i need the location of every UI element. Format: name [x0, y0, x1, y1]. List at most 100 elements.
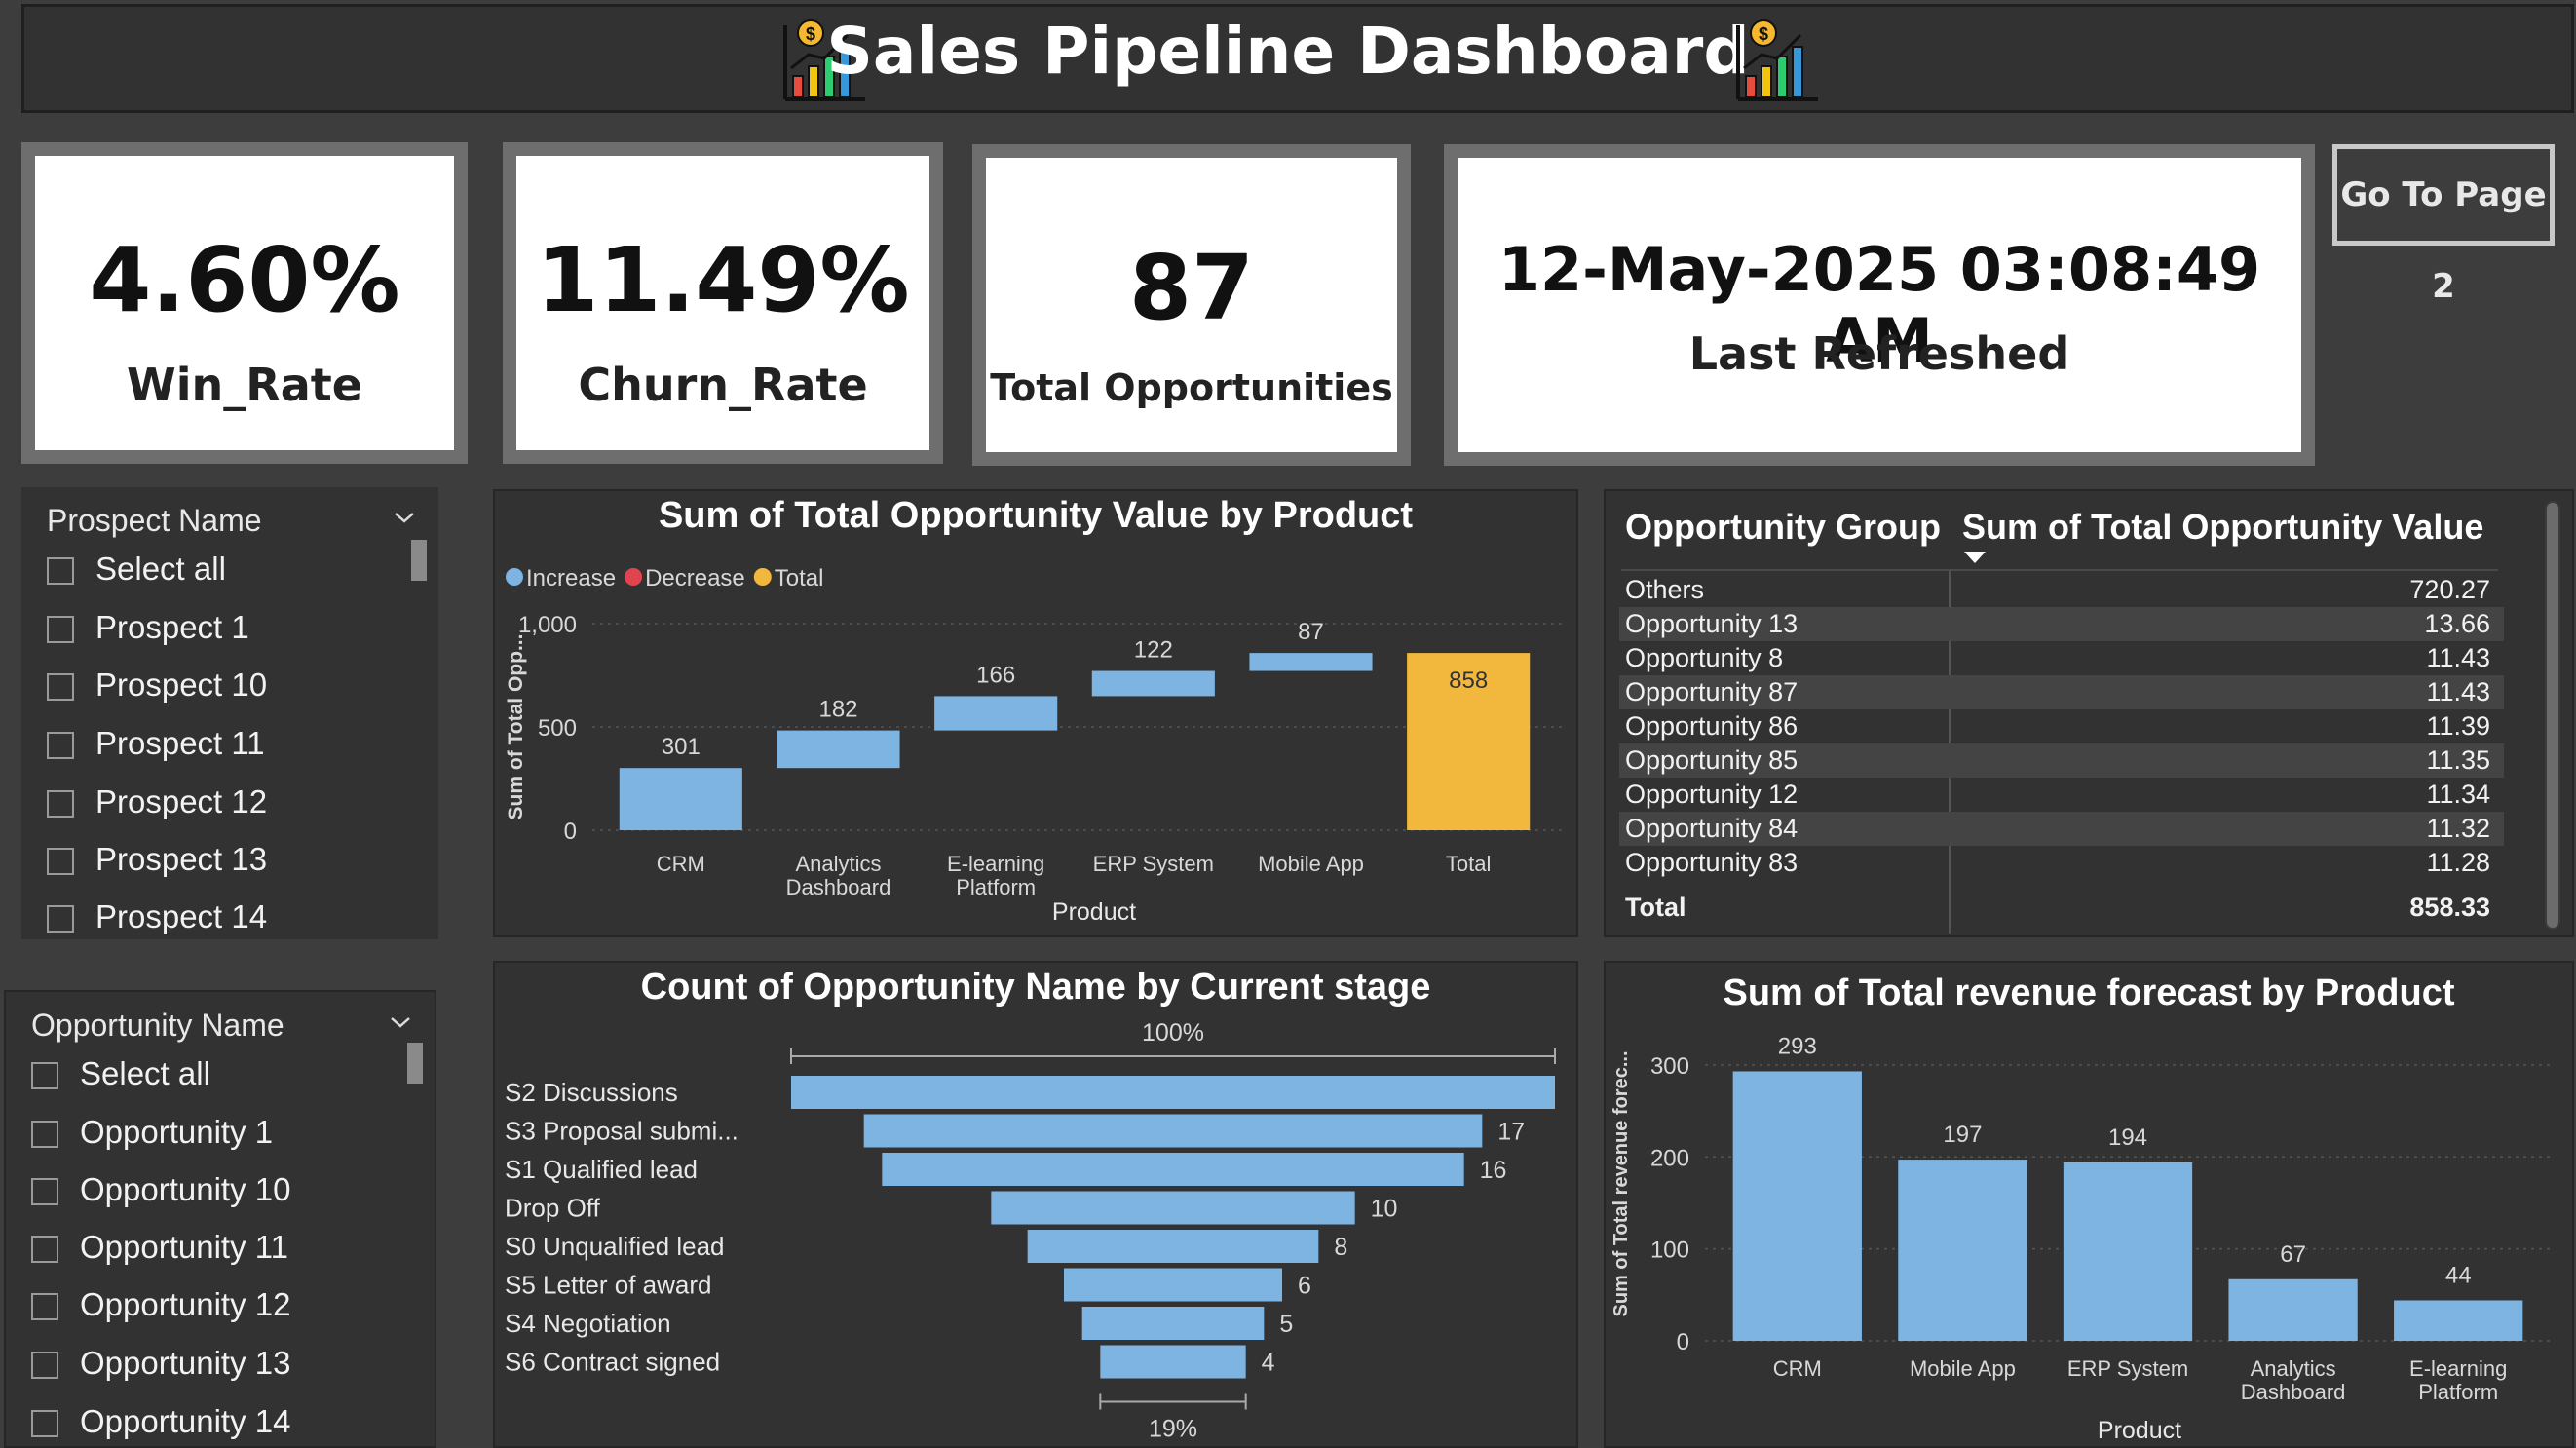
table-cell-group: Opportunity 12: [1625, 780, 1799, 809]
table-cell-group: Opportunity 8: [1625, 643, 1784, 672]
table-row[interactable]: Opportunity 84 11.32: [1619, 812, 2504, 846]
slicer-item[interactable]: Opportunity 11: [31, 1226, 288, 1269]
x-tick-label: CRM: [657, 852, 705, 876]
checkbox[interactable]: [31, 1352, 58, 1380]
data-label: 293: [1778, 1033, 1817, 1059]
kpi-label: Total Opportunities: [990, 366, 1393, 409]
scrollbar-thumb[interactable]: [407, 1043, 423, 1084]
table-row[interactable]: Opportunity 83 11.28: [1619, 846, 2504, 880]
checkbox[interactable]: [31, 1121, 58, 1149]
x-tick-label: Analytics: [795, 852, 881, 876]
table-cell-group: Opportunity 13: [1625, 609, 1799, 638]
slicer-item[interactable]: Opportunity 1: [31, 1111, 273, 1154]
slicer-item[interactable]: Prospect 10: [47, 664, 267, 706]
legend-label: Increase: [526, 565, 616, 591]
data-label: 5: [1279, 1311, 1293, 1338]
checkbox[interactable]: [47, 905, 74, 934]
chevron-down-icon[interactable]: [394, 507, 415, 528]
kpi-label: Win_Rate: [127, 359, 362, 411]
checkbox[interactable]: [47, 673, 74, 702]
funnel-stage-label: S5 Letter of award: [505, 1271, 711, 1300]
y-axis-label: Sum of Total Opp...: [505, 634, 527, 820]
slicer-item[interactable]: Opportunity 12: [31, 1283, 290, 1326]
slicer-item[interactable]: Opportunity 10: [31, 1168, 290, 1211]
x-tick-label: ERP System: [1093, 852, 1214, 876]
checkbox[interactable]: [47, 616, 74, 644]
waterfall-chart-panel: Sum of Total Opportunity Value by Produc…: [493, 489, 1578, 937]
slicer-item[interactable]: Prospect 12: [47, 781, 267, 823]
kpi-win-rate-frame: 4.60% Win_Rate: [21, 142, 468, 464]
slicer-item[interactable]: Prospect 11: [47, 722, 265, 765]
data-label: 182: [818, 697, 857, 723]
table-row[interactable]: Opportunity 13 13.66: [1619, 607, 2504, 641]
table-cell-group: Opportunity 84: [1625, 814, 1799, 843]
opportunity-name-slicer: Opportunity Name Select all Opportunity …: [4, 990, 436, 1448]
scrollbar-thumb[interactable]: [411, 540, 427, 581]
table-row[interactable]: Opportunity 87 11.43: [1619, 675, 2504, 709]
x-tick-label: E-learning: [2409, 1356, 2507, 1381]
kpi-value: 87: [1128, 236, 1255, 340]
slicer-item-select-all[interactable]: Select all: [31, 1052, 210, 1095]
funnel-bar: [991, 1191, 1355, 1225]
y-tick-label: 300: [1650, 1053, 1689, 1080]
checkbox[interactable]: [31, 1293, 58, 1321]
svg-text:$: $: [1759, 24, 1768, 44]
checkbox[interactable]: [47, 848, 74, 876]
slicer-item[interactable]: Prospect 14: [47, 895, 267, 938]
table-row[interactable]: Opportunity 12 11.34: [1619, 778, 2504, 812]
revenue-bar: [2228, 1278, 2358, 1341]
table-row[interactable]: Opportunity 86 11.39: [1619, 709, 2504, 743]
slicer-header: Prospect Name: [47, 503, 262, 538]
table-total-row: Total 858.33: [1625, 893, 2490, 922]
data-label: 87: [1298, 619, 1324, 645]
kpi-churn-rate-frame: 11.49% Churn_Rate: [503, 142, 943, 464]
y-tick-label: 200: [1650, 1145, 1689, 1171]
waterfall-bar: [777, 730, 900, 769]
kpi-win-rate-card: 4.60% Win_Rate: [35, 156, 454, 450]
checkbox[interactable]: [31, 1410, 58, 1438]
table-row[interactable]: Opportunity 8 11.43: [1619, 641, 2504, 675]
legend-marker: [625, 568, 643, 586]
table-header-value[interactable]: Sum of Total Opportunity Value: [1962, 507, 2483, 548]
opportunity-table-panel: Opportunity Group Sum of Total Opportuni…: [1604, 489, 2574, 937]
table-row[interactable]: Others 720.27: [1619, 573, 2504, 607]
slicer-item-select-all[interactable]: Select all: [47, 548, 226, 591]
y-axis-label: Sum of Total revenue forec...: [1610, 1050, 1632, 1316]
funnel-bar: [791, 1076, 1555, 1109]
waterfall-bar: [1249, 653, 1373, 671]
table-cell-value: 13.66: [2424, 609, 2490, 638]
legend-marker: [506, 568, 523, 586]
x-axis-label: Product: [2098, 1417, 2181, 1444]
slicer-item[interactable]: Opportunity 13: [31, 1342, 290, 1385]
checkbox[interactable]: [47, 790, 74, 819]
funnel-chart: 100% S2 Discussions S3 Proposal submi... 17…: [505, 1019, 1556, 1443]
table-scrollbar-track[interactable]: [2545, 501, 2560, 930]
go-to-page-2-button[interactable]: Go To Page 2: [2332, 144, 2555, 306]
funnel-chart-panel: Count of Opportunity Name by Current sta…: [493, 961, 1578, 1448]
table-scrollbar-thumb[interactable]: [2547, 503, 2558, 928]
slicer-item[interactable]: Prospect 1: [47, 606, 249, 649]
funnel-top-percent: 100%: [1142, 1019, 1204, 1047]
checkbox[interactable]: [31, 1178, 58, 1206]
kpi-value: 11.49%: [536, 228, 910, 332]
table-header-group[interactable]: Opportunity Group: [1625, 507, 1941, 548]
x-tick-label: Dashboard: [786, 875, 891, 899]
y-tick-label: 100: [1650, 1238, 1689, 1264]
slicer-item[interactable]: Opportunity 14: [31, 1400, 290, 1443]
chevron-down-icon[interactable]: [390, 1011, 411, 1033]
checkbox[interactable]: [31, 1062, 58, 1090]
checkbox[interactable]: [31, 1236, 58, 1264]
data-label: 166: [976, 662, 1015, 688]
checkbox[interactable]: [47, 732, 74, 760]
data-label: 67: [2280, 1241, 2306, 1268]
sort-desc-icon[interactable]: [1962, 550, 1988, 565]
kpi-churn-rate-card: 11.49% Churn_Rate: [516, 156, 929, 450]
x-tick-label: ERP System: [2067, 1356, 2188, 1381]
legend-label: Total: [775, 565, 824, 591]
table-row[interactable]: Opportunity 85 11.35: [1619, 743, 2504, 778]
y-tick-label: 0: [564, 819, 577, 845]
slicer-item[interactable]: Prospect 13: [47, 838, 267, 881]
checkbox[interactable]: [47, 557, 74, 586]
kpi-total-opps-card: 87 Total Opportunities: [986, 158, 1397, 452]
funnel-stage-label: S1 Qualified lead: [505, 1155, 698, 1184]
